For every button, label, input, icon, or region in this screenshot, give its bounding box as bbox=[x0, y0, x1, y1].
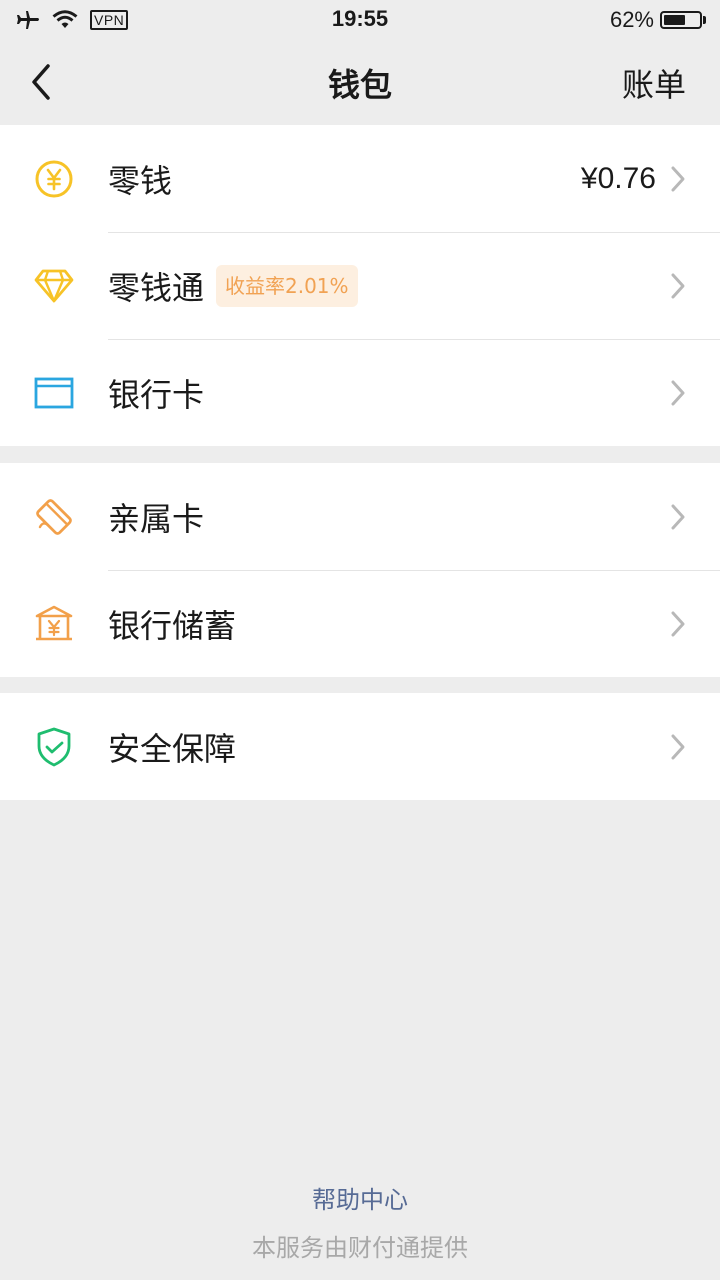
list-item-label: 零钱 bbox=[108, 161, 173, 200]
chevron-right-icon bbox=[671, 166, 685, 191]
battery-fill bbox=[664, 15, 686, 25]
list-item-label: 银行储蓄 bbox=[108, 606, 237, 645]
list-item-lingqiantong[interactable]: 零钱通 收益率2.01% bbox=[0, 232, 720, 339]
balance-value: ¥0.76 bbox=[580, 161, 656, 195]
help-center-link[interactable]: 帮助中心 bbox=[0, 1180, 720, 1215]
yield-rate-badge: 收益率2.01% bbox=[216, 264, 358, 307]
provider-note: 本服务由财付通提供 bbox=[252, 1234, 468, 1262]
status-bar: VPN 19:55 62% bbox=[0, 0, 720, 40]
battery-tip bbox=[703, 16, 706, 24]
list-item-bank-savings[interactable]: 银行储蓄 bbox=[0, 570, 720, 677]
chevron-right-icon bbox=[671, 273, 685, 298]
list-item-label: 零钱通 bbox=[108, 268, 205, 307]
list-item-label: 银行卡 bbox=[108, 375, 205, 414]
diamond-icon bbox=[32, 264, 76, 308]
shield-check-icon bbox=[32, 725, 76, 769]
list-item-security[interactable]: 安全保障 bbox=[0, 693, 720, 800]
wallet-group-main: 零钱 ¥0.76 零钱通 收益率2.01% 银行卡 bbox=[0, 125, 720, 446]
wallet-group-security: 安全保障 bbox=[0, 693, 720, 800]
wallet-group-family: 亲属卡 银行储蓄 bbox=[0, 463, 720, 677]
chevron-right-icon bbox=[671, 611, 685, 636]
list-item-change[interactable]: 零钱 ¥0.76 bbox=[0, 125, 720, 232]
chevron-right-icon bbox=[671, 380, 685, 405]
bill-button[interactable]: 账单 bbox=[622, 60, 686, 106]
chevron-right-icon bbox=[671, 504, 685, 529]
status-right: 62% bbox=[610, 6, 706, 34]
list-item-bank-card[interactable]: 银行卡 bbox=[0, 339, 720, 446]
yuan-coin-icon bbox=[32, 157, 76, 201]
chevron-right-icon bbox=[671, 734, 685, 759]
bank-card-icon bbox=[32, 371, 76, 415]
list-item-label: 安全保障 bbox=[108, 729, 237, 768]
bank-savings-icon bbox=[32, 602, 76, 646]
nav-bar: 钱包 账单 bbox=[0, 40, 720, 124]
page-title: 钱包 bbox=[327, 66, 392, 104]
battery-icon bbox=[660, 11, 702, 29]
list-item-family-card[interactable]: 亲属卡 bbox=[0, 463, 720, 570]
battery-percent: 62% bbox=[609, 7, 654, 32]
family-card-icon bbox=[32, 495, 76, 539]
list-item-label: 亲属卡 bbox=[108, 499, 205, 538]
